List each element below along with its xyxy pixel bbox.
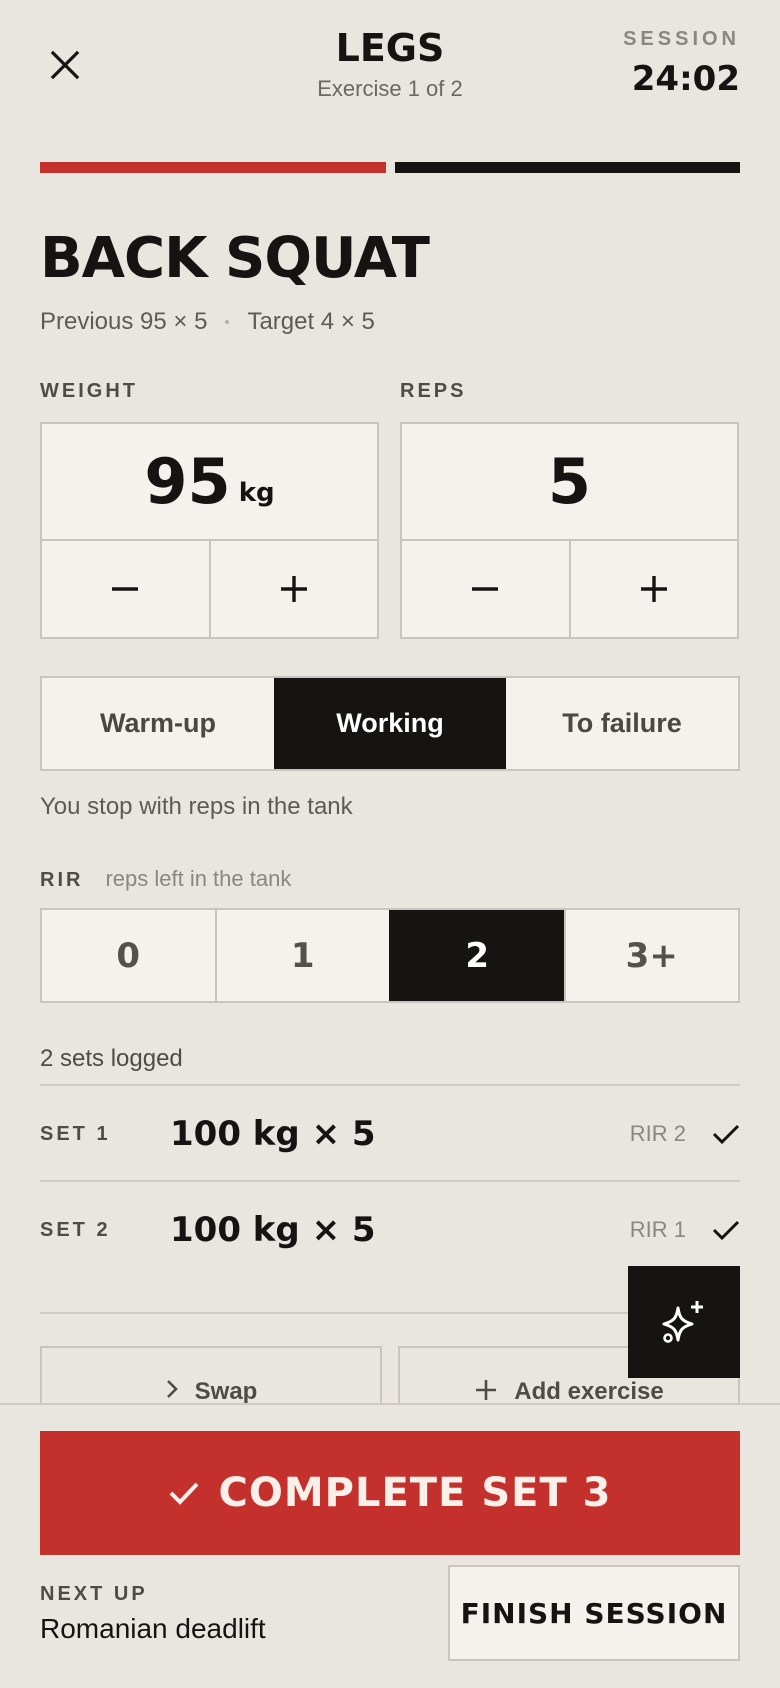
complete-set-label: COMPLETE SET 3 (218, 1470, 612, 1516)
progress-segment-1 (40, 162, 386, 173)
set-type-working[interactable]: Working (274, 678, 506, 769)
exercise-meta: Previous 95 × 5 Target 4 × 5 (40, 308, 375, 336)
rir-label: RIR (40, 869, 84, 891)
rir-heading: RIR reps left in the tank (40, 866, 291, 892)
rir-option-2[interactable]: 2 (389, 910, 564, 1001)
check-icon (712, 1124, 740, 1145)
session-timer: SESSION 24:02 (623, 28, 740, 99)
set-value: 100 kg × 5 (170, 1210, 376, 1250)
complete-set-button[interactable]: COMPLETE SET 3 (40, 1431, 740, 1555)
set-type-selector: Warm-up Working To failure (40, 676, 740, 771)
add-exercise-label: Add exercise (514, 1378, 664, 1405)
set-type-to-failure[interactable]: To failure (506, 678, 738, 769)
exercise-name: BACK SQUAT (40, 226, 430, 291)
previous-performance: Previous 95 × 5 (40, 308, 208, 335)
weight-label: WEIGHT (40, 380, 138, 402)
reps-value-display[interactable]: 5 (402, 424, 737, 541)
minus-icon (112, 587, 139, 591)
finish-session-button[interactable]: FINISH SESSION (448, 1565, 740, 1661)
weight-stepper: 95 kg (40, 422, 379, 639)
next-exercise-name: Romanian deadlift (40, 1613, 266, 1644)
bottom-action-bar: COMPLETE SET 3 NEXT UP Romanian deadlift… (0, 1403, 780, 1688)
plus-icon (476, 1380, 497, 1400)
logged-set-row[interactable]: SET 1 100 kg × 5 RIR 2 (40, 1086, 740, 1182)
ai-assistant-button[interactable] (628, 1266, 740, 1378)
reps-value: 5 (547, 445, 592, 518)
exercise-progress-bar (40, 162, 740, 173)
logged-set-row[interactable]: SET 2 100 kg × 5 RIR 1 (40, 1182, 740, 1278)
weight-unit: kg (238, 477, 275, 508)
set-rir: RIR 1 (629, 1217, 686, 1242)
sets-logged-summary: 2 sets logged (40, 1045, 183, 1072)
set-type-description: You stop with reps in the tank (40, 793, 353, 820)
rir-option-3-plus[interactable]: 3+ (563, 910, 739, 1001)
set-value: 100 kg × 5 (170, 1114, 376, 1154)
check-icon (712, 1220, 740, 1241)
swap-label: Swap (194, 1378, 258, 1405)
swap-exercise-button[interactable]: Swap (40, 1346, 382, 1406)
reps-decrement-button[interactable] (402, 541, 569, 637)
weight-value: 95 (144, 445, 231, 518)
separator-dot (225, 320, 230, 324)
reps-stepper: 5 (400, 422, 739, 639)
rir-selector: 0 1 2 3+ (40, 908, 740, 1003)
session-time: 24:02 (631, 59, 740, 99)
sparkle-icon (662, 1301, 703, 1343)
set-rir: RIR 2 (629, 1121, 686, 1146)
minus-icon (472, 587, 499, 591)
set-type-warmup[interactable]: Warm-up (42, 678, 274, 769)
check-icon (170, 1482, 199, 1505)
rir-option-1[interactable]: 1 (214, 910, 390, 1001)
progress-segment-2 (394, 162, 740, 173)
weight-increment-button[interactable] (208, 541, 378, 637)
session-label: SESSION (623, 28, 740, 50)
next-up-label: NEXT UP (40, 1583, 148, 1605)
reps-increment-button[interactable] (568, 541, 738, 637)
set-label: SET 1 (40, 1122, 111, 1145)
target-performance: Target 4 × 5 (247, 308, 375, 335)
weight-decrement-button[interactable] (42, 541, 209, 637)
set-label: SET 2 (40, 1218, 111, 1241)
plus-icon (280, 576, 307, 602)
weight-value-display[interactable]: 95 kg (42, 424, 377, 541)
rir-hint: reps left in the tank (105, 866, 292, 891)
plus-icon (640, 576, 667, 602)
reps-label: REPS (400, 380, 467, 402)
rir-option-0[interactable]: 0 (42, 910, 215, 1001)
chevron-right-icon (166, 1380, 178, 1398)
